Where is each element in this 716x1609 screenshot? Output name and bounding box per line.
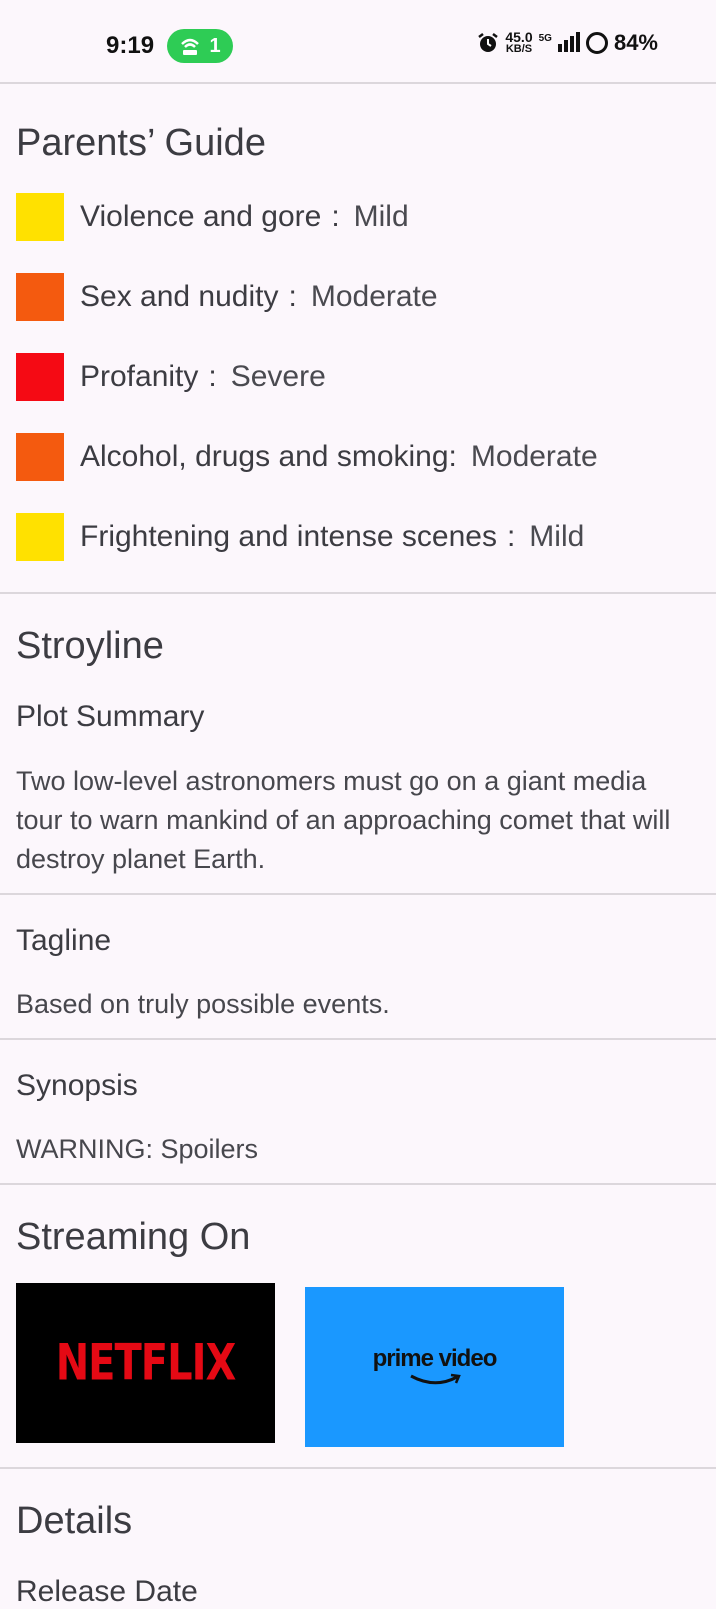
parents-guide-item: Profanity : Severe: [16, 353, 326, 401]
divider: [0, 1467, 716, 1469]
details-title: Details: [16, 1500, 133, 1542]
guide-level: Mild: [529, 520, 585, 553]
net-speed-unit: KB/S: [505, 43, 533, 55]
plot-summary-label: Plot Summary: [16, 700, 205, 733]
prime-video-wordmark: prime video: [372, 1345, 498, 1372]
status-bar: 9:19 1 45.0 KB/S 5G 84%: [0, 0, 716, 84]
divider: [0, 893, 716, 895]
parents-guide-item: Sex and nudity : Moderate: [16, 273, 438, 321]
severity-swatch: [16, 353, 64, 401]
hotspot-count: 1: [209, 34, 221, 57]
guide-level: Moderate: [310, 280, 438, 313]
network-type: 5G: [538, 32, 552, 44]
prime-smile-icon: [409, 1373, 461, 1385]
signal-icon: [557, 32, 580, 52]
release-date-label: Release Date: [16, 1575, 198, 1608]
netflix-wordmark: NETFLIX: [55, 1334, 237, 1392]
parents-guide-item: Frightening and intense scenes : Mild: [16, 513, 584, 561]
divider: [0, 1183, 716, 1185]
status-time: 9:19: [106, 32, 155, 59]
guide-separator: :: [448, 440, 457, 473]
divider: [0, 592, 716, 594]
net-speed: 45.0 KB/S: [505, 30, 533, 55]
guide-category: Sex and nudity: [80, 280, 279, 313]
prime-video-logo[interactable]: prime video: [305, 1287, 564, 1447]
severity-swatch: [16, 273, 64, 321]
streaming-title: Streaming On: [16, 1216, 251, 1258]
guide-separator: :: [331, 200, 340, 233]
hotspot-pill[interactable]: 1: [167, 29, 233, 63]
plot-summary-text: Two low-level astronomers must go on a g…: [16, 766, 671, 874]
hotspot-icon: [181, 38, 200, 55]
guide-separator: :: [208, 360, 217, 393]
divider: [0, 1038, 716, 1040]
guide-category: Violence and gore: [80, 200, 322, 233]
battery-percent: 84%: [613, 30, 658, 55]
guide-separator: :: [288, 280, 297, 313]
battery-ring-icon: [585, 32, 608, 54]
netflix-logo[interactable]: NETFLIX: [16, 1283, 275, 1443]
status-icons: 45.0 KB/S 5G 84%: [477, 30, 658, 56]
storyline-title: Stroyline: [16, 625, 164, 667]
parents-guide-item: Violence and gore : Mild: [16, 193, 409, 241]
severity-swatch: [16, 513, 64, 561]
guide-category: Profanity: [80, 360, 199, 393]
parents-guide-item: Alcohol, drugs and smoking : Moderate: [16, 433, 598, 481]
tagline-label: Tagline: [16, 924, 112, 957]
synopsis-label[interactable]: Synopsis: [16, 1069, 138, 1103]
parents-guide-title: Parents’ Guide: [16, 122, 266, 164]
guide-level: Mild: [353, 200, 409, 233]
severity-swatch: [16, 193, 64, 241]
guide-category: Alcohol, drugs and smoking: [80, 440, 449, 473]
guide-separator: :: [506, 520, 516, 553]
severity-swatch: [16, 433, 64, 481]
guide-category: Frightening and intense scenes: [80, 520, 497, 553]
tagline-text: Based on truly possible events.: [16, 989, 390, 1019]
alarm-icon: [478, 33, 499, 52]
synopsis-spoiler-warning[interactable]: WARNING: Spoilers: [16, 1130, 696, 1169]
guide-level: Moderate: [470, 440, 598, 473]
guide-level: Severe: [230, 360, 326, 393]
